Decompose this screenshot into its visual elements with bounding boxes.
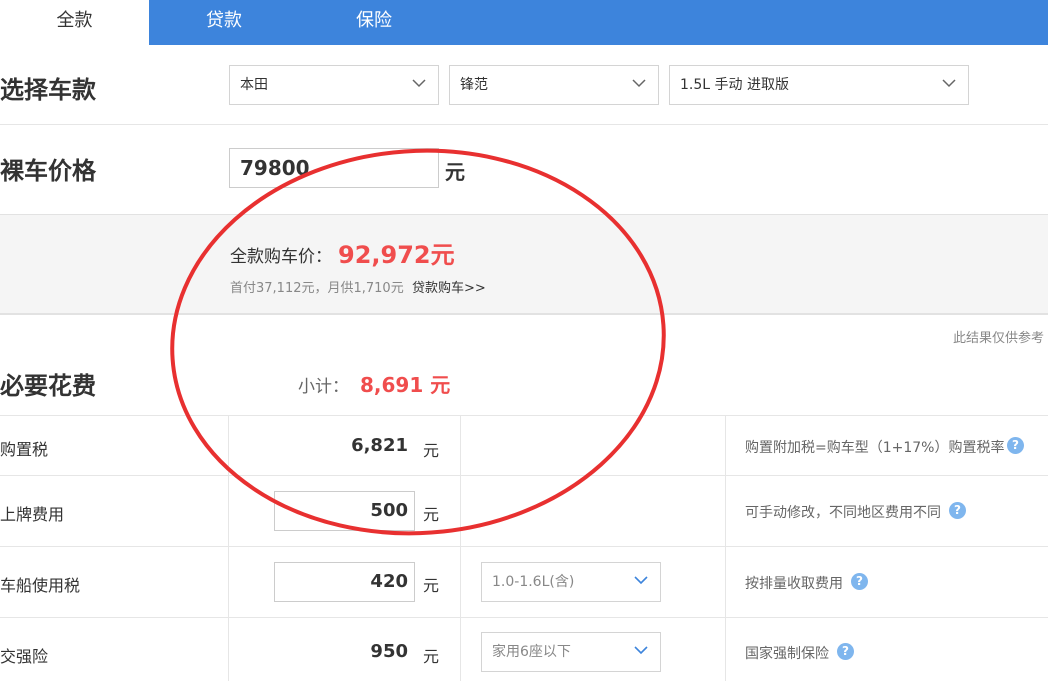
question-mark-icon[interactable]: ? [837,643,854,660]
fee-label-plate: 上牌费用 [0,505,65,524]
price-input[interactable]: 79800 [229,148,439,188]
chevron-down-icon [632,79,646,88]
question-mark-icon[interactable]: ? [949,502,966,519]
question-mark-icon[interactable]: ? [851,573,868,590]
version-select[interactable]: 1.5L 手动 进取版 [669,65,969,105]
total-price-value: 92,972元 [338,241,455,269]
fee-label-purchase-tax: 购置税 [0,440,49,459]
tab-insurance[interactable]: 保险 [299,0,449,45]
plate-fee-input[interactable]: 500 [274,491,415,531]
subtotal-label: 小计： [298,377,349,397]
model-select-value: 锋范 [460,77,488,93]
fee-label-vehicle-tax: 车船使用税 [0,576,81,595]
tab-full-payment[interactable]: 全款 [0,0,149,45]
chevron-down-icon [634,576,648,585]
question-mark-icon[interactable]: ? [1007,437,1024,454]
version-select-value: 1.5L 手动 进取版 [680,77,789,93]
seat-type-select[interactable]: 家用6座以下 [481,632,661,672]
fee-value-purchase-tax: 6,821 [351,435,408,456]
loan-purchase-link[interactable]: 贷款购车>> [412,277,486,296]
select-car-title: 选择车款 [0,76,96,104]
displacement-select[interactable]: 1.0-1.6L(含) [481,562,661,602]
payment-detail: 首付37,112元，月供1,710元 [230,281,404,296]
disclaimer-note: 此结果仅供参考 [952,331,1044,346]
summary-panel [0,214,1048,315]
tab-bar: 全款 贷款 保险 [0,0,1048,45]
fee-value-compulsory-insurance: 950 [370,641,408,662]
brand-select[interactable]: 本田 [229,65,439,105]
fee-unit: 元 [423,576,440,595]
model-select[interactable]: 锋范 [449,65,659,105]
price-unit: 元 [445,160,465,184]
total-price-label: 全款购车价： [230,247,332,267]
seat-type-select-value: 家用6座以下 [492,644,571,660]
fee-label-compulsory-insurance: 交强险 [0,647,49,666]
displacement-select-value: 1.0-1.6L(含) [492,574,575,590]
divider [0,124,1048,125]
fee-desc-purchase-tax: 购置附加税=购车型（1+17%）购置税率 [745,440,1005,456]
fee-desc-vehicle-tax: 按排量收取费用 [745,576,843,592]
chevron-down-icon [412,79,426,88]
fee-unit: 元 [423,441,440,460]
required-fees-title: 必要花费 [0,372,96,400]
fee-unit: 元 [423,647,440,666]
divider [0,415,1048,416]
divider [0,475,1048,476]
fee-unit: 元 [423,505,440,524]
column-divider [460,415,461,681]
vehicle-tax-input[interactable]: 420 [274,562,415,602]
subtotal-value: 8,691 元 [360,373,451,397]
chevron-down-icon [942,79,956,88]
price-title: 裸车价格 [0,157,96,185]
column-divider [228,415,229,681]
divider [0,546,1048,547]
fee-desc-compulsory-insurance: 国家强制保险 [745,646,829,662]
brand-select-value: 本田 [240,77,268,93]
divider [0,617,1048,618]
tab-loan[interactable]: 贷款 [149,0,299,45]
column-divider [725,415,726,681]
fee-desc-plate: 可手动修改，不同地区费用不同 [745,505,941,521]
chevron-down-icon [634,646,648,655]
